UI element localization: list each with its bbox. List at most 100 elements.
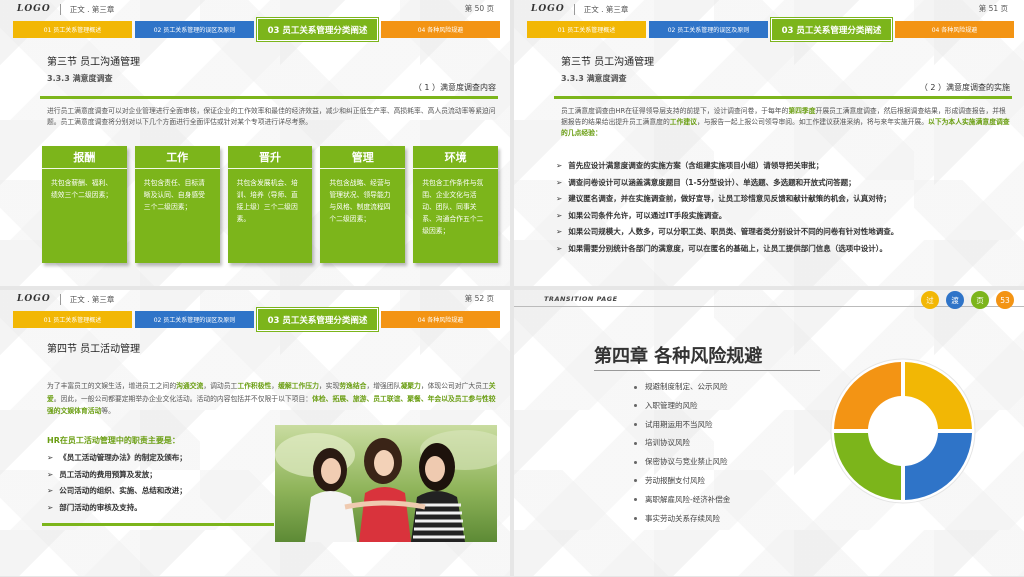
list-item-text: 如果公司规模大，人数多，可以分职工类、职员类、管理者类分别设计不同的问卷有针对性…	[568, 227, 899, 236]
tab-risk[interactable]: 04 各种风险规避	[381, 21, 500, 38]
slide-53-transition[interactable]: TRANSITION PAGE 过 渡 页 53 第四章 各种风险规避 规避制度…	[514, 290, 1024, 576]
arrow-icon: ➢	[47, 453, 54, 462]
para-highlight: 工作积极性	[237, 382, 272, 390]
logo: LOGO	[17, 4, 51, 14]
bullet-dot-icon	[634, 460, 637, 464]
team-photo-illustration	[275, 425, 497, 542]
list-item-text: 公司活动的组织、实施、总结和改进；	[59, 486, 187, 495]
list-item: ➢ 员工活动的费用预算及发放；	[47, 467, 187, 484]
arrow-icon: ➢	[556, 227, 563, 236]
list-item-text: 《员工活动管理办法》的制定及颁布；	[59, 453, 187, 462]
tab-classification[interactable]: 03 员工关系管理分类阐述	[257, 18, 378, 41]
factor-cards: 报酬 共包含薪酬、福利、绩效三个二级因素； 工作 共包含责任、目标清晰及认同、自…	[42, 146, 498, 263]
card-title: 管理	[320, 146, 406, 169]
experience-list: ➢ 首先应设计满意度调查的实施方案（含组建实施项目小组）请领导把关审批； ➢ 调查问…	[556, 158, 1016, 257]
slide-51[interactable]: LOGO 正文 . 第三章 第 51 页 01 员工关系管理概述 02 员工关系…	[514, 0, 1024, 286]
nav-tabs: 01 员工关系管理概述 02 员工关系管理的误区及原则 03 员工关系管理分类阐…	[527, 18, 1014, 41]
para-highlight: 劳逸结合	[339, 382, 367, 390]
arrow-icon: ➢	[47, 469, 54, 479]
badge-circle: 渡	[946, 291, 964, 309]
nav-tabs: 01 员工关系管理概述 02 员工关系管理的误区及原则 03 员工关系管理分类阐…	[13, 308, 500, 331]
list-item: ➢ 调查问卷设计可以涵盖满意度题目（1-5分型设计）、单选题、多选题和开放式问答题…	[556, 175, 1016, 192]
tab-classification[interactable]: 03 员工关系管理分类阐述	[257, 308, 378, 331]
header-title: 正文 . 第三章	[583, 4, 629, 14]
bullet-dot-icon	[634, 404, 637, 408]
para-text: ，实现	[318, 382, 340, 390]
header-divider	[59, 293, 61, 305]
list-item: 规避制度制定、公示风险	[634, 378, 730, 397]
arrow-icon: ➢	[556, 177, 563, 187]
para-text: 等。	[101, 407, 115, 415]
para-text: 员工满意度调查由HR在征得领导层支持的前提下，设计调查问卷，于每年的	[561, 107, 789, 115]
chapter-rule	[594, 370, 820, 371]
green-divider	[554, 96, 1012, 99]
list-item: 事实劳动关系存续风险	[634, 510, 730, 529]
card-title: 环境	[413, 146, 498, 169]
badge-circle: 页	[971, 291, 989, 309]
list-item-text: 首先应设计满意度调查的实施方案（含组建实施项目小组）请领导把关审批；	[568, 161, 824, 170]
card-text: 共包含工作条件与氛围、企业文化与活动、团队、同事关系、沟通合作五个二级因素；	[422, 179, 484, 235]
slide-52[interactable]: LOGO 正文 . 第三章 第 52 页 01 员工关系管理概述 02 员工关系…	[0, 290, 510, 576]
tab-classification[interactable]: 03 员工关系管理分类阐述	[771, 18, 892, 41]
tab-principles[interactable]: 02 员工关系管理的误区及原则	[135, 21, 254, 38]
list-item: ➢ 如果公司条件允许，可以通过IT手段实施调查。	[556, 208, 1016, 225]
tab-overview[interactable]: 01 员工关系管理概述	[527, 21, 646, 38]
section-title: 第三节 员工沟通管理	[47, 57, 141, 68]
risk-list: 规避制度制定、公示风险 入职管理的风险 试用期运用不当风险 培训协议风险 保密协…	[634, 378, 730, 528]
header-divider	[573, 3, 575, 15]
list-item-text: 事实劳动关系存续风险	[645, 513, 720, 523]
para-text: 为了丰富员工的文娱生活，增进员工之间的	[47, 382, 177, 390]
para-highlight: 缓解工作压力	[278, 382, 319, 390]
bullet-dot-icon	[634, 498, 637, 502]
duty-heading: HR在员工活动管理中的职责主要是：	[47, 436, 180, 445]
list-item-text: 如果需要分别统计各部门的满意度，可以在匿名的基础上，让员工提供部门信息（选项中设…	[568, 243, 888, 253]
tab-risk[interactable]: 04 各种风险规避	[381, 311, 500, 328]
tab-principles[interactable]: 02 员工关系管理的误区及原则	[649, 21, 768, 38]
list-item: ➢ 首先应设计满意度调查的实施方案（含组建实施项目小组）请领导把关审批；	[556, 158, 1016, 175]
para-text: 。因此，一般公司都要定期举办企业文化活动。活动的内容包括并不仅限于以下项目：	[53, 394, 313, 403]
header-title: 正文 . 第三章	[69, 4, 115, 14]
tab-principles[interactable]: 02 员工关系管理的误区及原则	[135, 311, 254, 328]
bullet-dot-icon	[634, 479, 637, 483]
list-item-text: 员工活动的费用预算及发放；	[59, 469, 157, 479]
duty-list: ➢ 《员工活动管理办法》的制定及颁布； ➢ 员工活动的费用预算及发放； ➢ 公司活动的…	[47, 450, 187, 516]
bullet-dot-icon	[634, 441, 637, 445]
transition-label: TRANSITION PAGE	[544, 294, 618, 303]
card-environment: 环境 共包含工作条件与氛围、企业文化与活动、团队、同事关系、沟通合作五个二级因素…	[413, 146, 498, 263]
para-text: ，体现公司对广大员工	[420, 382, 489, 390]
slide-50[interactable]: LOGO 正文 . 第三章 第 50 页 01 员工关系管理概述 02 员工关系…	[0, 0, 510, 286]
content-tag: （ 1 ）满意度调查内容	[413, 83, 496, 92]
tab-overview[interactable]: 01 员工关系管理概述	[13, 21, 132, 38]
list-item: 离职解雇风险-经济补偿金	[634, 491, 730, 510]
page-number: 第 52 页	[464, 294, 494, 303]
arrow-icon: ➢	[47, 486, 54, 495]
list-item: ➢ 如果公司规模大，人数多，可以分职工类、职员类、管理者类分别设计不同的问卷有针对…	[556, 224, 1016, 241]
para-highlight: 凝聚力	[400, 382, 421, 390]
badge-circle: 过	[921, 291, 939, 309]
bullet-dot-icon	[634, 385, 637, 389]
list-item: 劳动报酬支付风险	[634, 472, 730, 491]
list-item: ➢ 建议匿名调查，并在实施调查前，做好宣导，让员工珍惜意见反馈和献计献策的机会，认…	[556, 191, 1016, 208]
decorative-donut	[830, 358, 976, 504]
chapter-title: 第四章 各种风险规避	[594, 346, 763, 367]
card-title: 晋升	[227, 146, 313, 169]
section-title: 第三节 员工沟通管理	[561, 57, 655, 68]
header-divider	[59, 3, 61, 15]
card-text: 共包含薪酬、福利、绩效三个二级因素；	[51, 179, 113, 199]
list-item: ➢ 《员工活动管理办法》的制定及颁布；	[47, 450, 187, 467]
list-item-text: 建议匿名调查，并在实施调查前，做好宣导，让员工珍惜意见反馈和献计献策的机会，认真…	[568, 194, 891, 203]
list-item-text: 试用期运用不当风险	[645, 419, 713, 429]
card-title: 工作	[134, 146, 220, 169]
tab-risk[interactable]: 04 各种风险规避	[895, 21, 1014, 38]
badge-circle: 53	[996, 291, 1014, 309]
intro-paragraph: 为了丰富员工的文娱生活，增进员工之间的沟通交流，调动员工工作积极性，缓解工作压力…	[47, 380, 497, 418]
arrow-icon: ➢	[47, 502, 54, 512]
arrow-icon: ➢	[556, 243, 563, 253]
green-divider	[42, 523, 274, 526]
tab-overview[interactable]: 01 员工关系管理概述	[13, 311, 132, 328]
list-item-text: 入职管理的风险	[645, 400, 698, 410]
green-divider	[40, 96, 498, 99]
intro-paragraph: 进行员工满意度调查可以对企业管理进行全面审核，保证企业的工作效率和最佳的经济效益…	[47, 107, 496, 126]
content-tag: （ 2 ）满意度调查的实施	[919, 83, 1010, 92]
card-compensation: 报酬 共包含薪酬、福利、绩效三个二级因素；	[42, 146, 127, 263]
